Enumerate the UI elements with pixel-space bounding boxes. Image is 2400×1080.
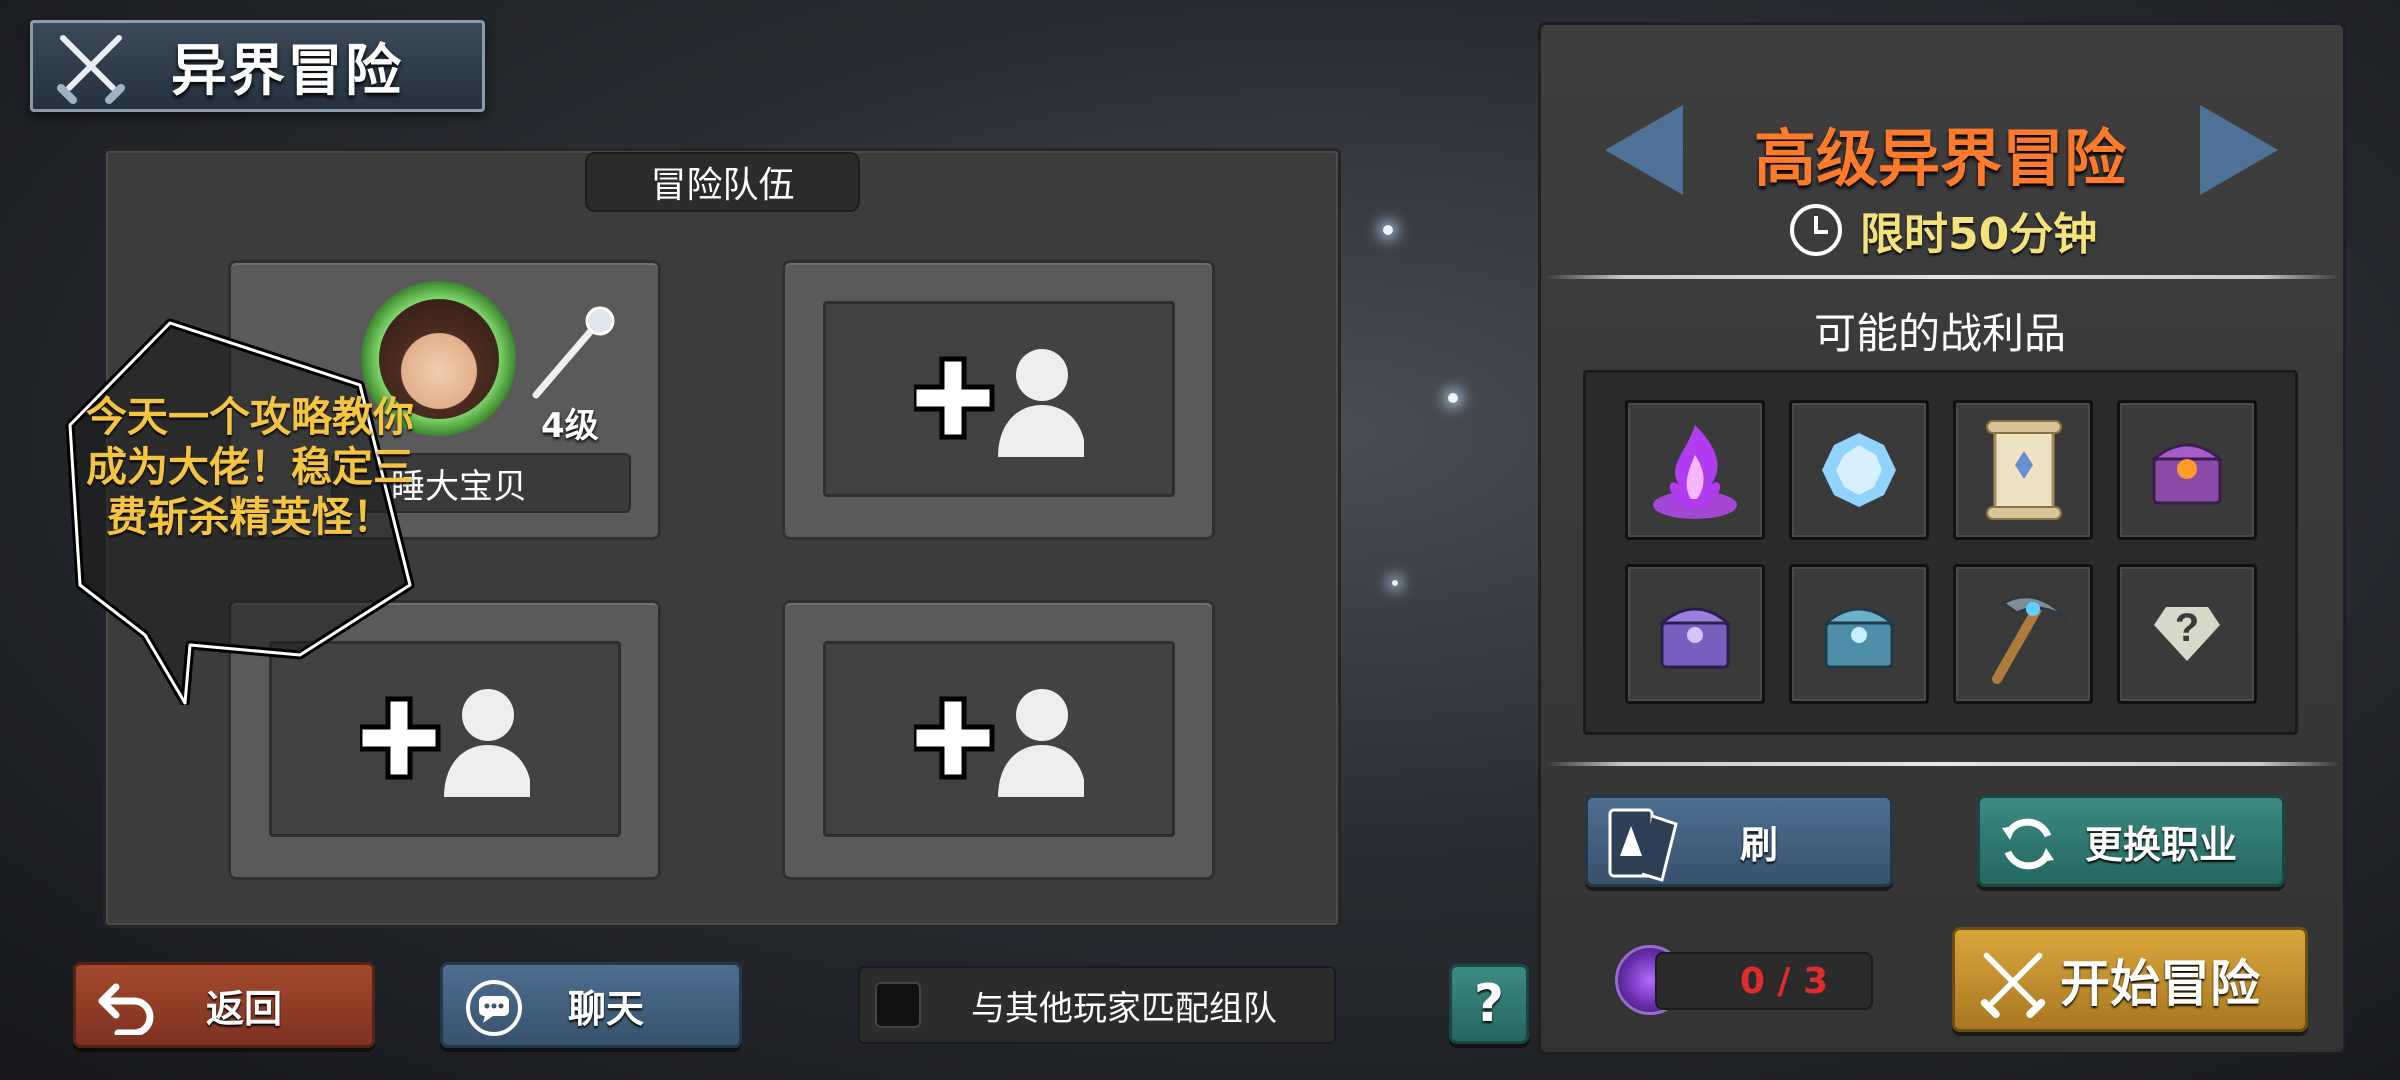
match-checkbox[interactable]: [875, 982, 921, 1028]
divider: [1545, 762, 2340, 766]
team-slot-4[interactable]: [782, 600, 1215, 880]
swap-icon: [1996, 812, 2060, 885]
staff-icon: [526, 303, 616, 407]
loot-title: 可能的战利品: [1813, 309, 2066, 358]
ice-crystal-icon[interactable]: [1789, 400, 1929, 540]
back-arrow-icon: [98, 979, 158, 1044]
orange-chest-icon[interactable]: [2117, 400, 2257, 540]
purple-chest-icon[interactable]: [1625, 564, 1765, 704]
refresh-button[interactable]: 刷: [1585, 795, 1893, 887]
clock-icon: [1790, 204, 1842, 256]
member-level: 4级: [541, 406, 599, 446]
divider: [1545, 275, 2340, 279]
pickaxe-icon[interactable]: [1953, 564, 2093, 704]
unknown-reward-icon[interactable]: ?: [2117, 564, 2257, 704]
cards-icon: [1602, 804, 1682, 893]
change-class-button[interactable]: 更换职业: [1977, 795, 2285, 887]
add-member-icon[interactable]: [823, 641, 1175, 837]
change-class-label: 更换职业: [2084, 822, 2237, 867]
mode-title: 高级异界冒险: [1753, 122, 2126, 195]
add-member-icon[interactable]: [823, 301, 1175, 497]
start-label: 开始冒险: [2060, 954, 2260, 1013]
scroll-icon[interactable]: [1953, 400, 2093, 540]
blue-chest-icon[interactable]: [1789, 564, 1929, 704]
bubble-text: 今天一个攻略教你成为大佬！稳定三费斩杀精英怪！: [86, 393, 414, 541]
team-slot-2[interactable]: [782, 260, 1215, 540]
time-limit: 限时50分钟: [1790, 200, 2097, 260]
chat-bubble-icon: [465, 979, 523, 1046]
prev-mode-arrow-icon[interactable]: [1605, 105, 1683, 195]
crossed-swords-icon: [1977, 946, 2049, 1030]
purple-flame-icon[interactable]: [1625, 400, 1765, 540]
chat-button[interactable]: 聊天: [440, 962, 742, 1048]
next-mode-arrow-icon[interactable]: [2200, 105, 2278, 195]
back-label: 返回: [205, 986, 282, 1031]
crossed-swords-icon: [51, 26, 131, 106]
team-tab-label: 冒险队伍: [585, 152, 860, 212]
page-title: 异界冒险: [171, 38, 403, 104]
match-label: 与其他玩家匹配组队: [971, 988, 1277, 1029]
help-button[interactable]: ?: [1449, 964, 1529, 1044]
match-toggle[interactable]: 与其他玩家匹配组队: [858, 966, 1336, 1044]
chat-label: 聊天: [567, 986, 644, 1031]
title-banner: 异界冒险: [30, 20, 485, 112]
back-button[interactable]: 返回: [73, 962, 375, 1048]
refresh-label: 刷: [1739, 822, 1778, 867]
attempt-counter: 0 / 3: [1655, 952, 1873, 1010]
start-adventure-button[interactable]: 开始冒险: [1952, 927, 2308, 1032]
svg-text:?: ?: [2175, 606, 2199, 650]
time-limit-label: 限时50分钟: [1860, 209, 2098, 260]
